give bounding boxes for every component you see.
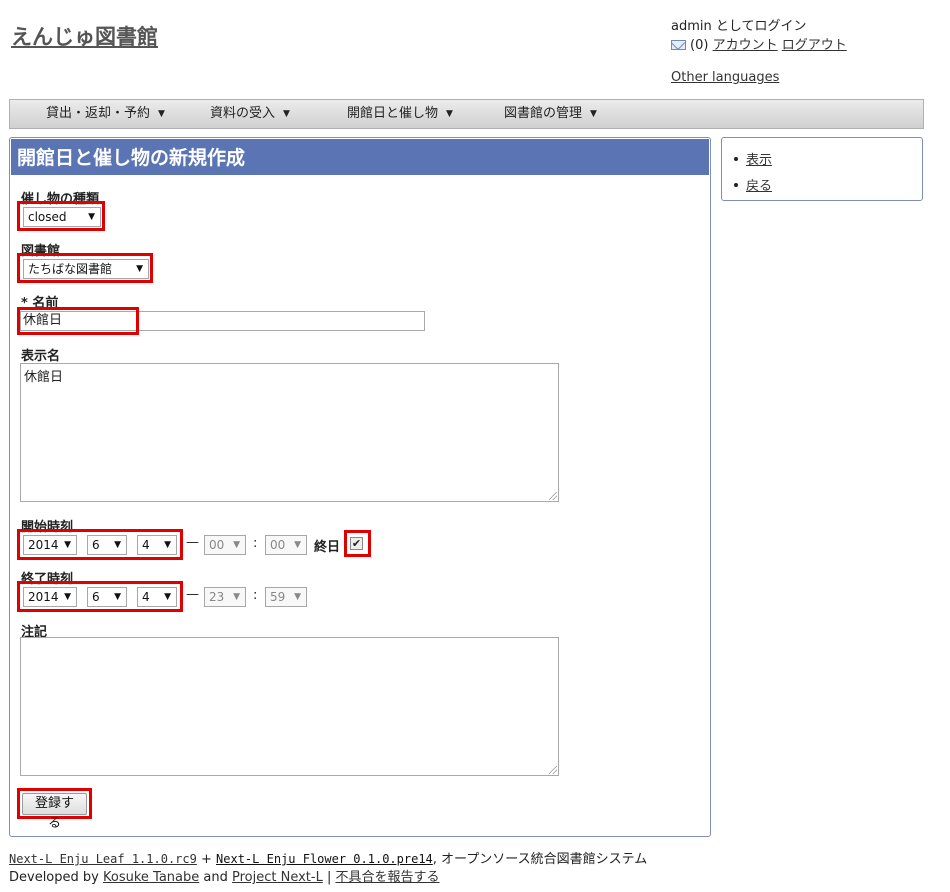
footer: Next-L Enju Leaf 1.1.0.rc9 + Next-L Enju… (9, 850, 647, 887)
library-select[interactable]: たちばな図書館 ▼ (23, 259, 149, 279)
highlight-box (17, 307, 139, 335)
message-count: (0) (690, 38, 709, 53)
dropdown-arrow-icon: ▼ (88, 212, 95, 222)
logout-link[interactable]: ログアウト (782, 38, 847, 53)
login-status: admin としてログイン (671, 19, 807, 34)
site-title-link[interactable]: えんじゅ図書館 (11, 21, 158, 51)
caret-down-icon: ▼ (283, 109, 290, 119)
dropdown-arrow-icon: ▼ (164, 592, 171, 602)
all-day-checkbox[interactable]: ✔ (350, 537, 363, 550)
dropdown-arrow-icon: ▼ (233, 592, 240, 602)
developed-by-text: Developed by (9, 870, 99, 885)
user-box: admin としてログイン (0) アカウント ログアウト (671, 17, 847, 55)
start-hour-select[interactable]: 00 ▼ (204, 535, 246, 555)
sidebar: 表示 戻る (721, 137, 923, 201)
menu-events[interactable]: 開館日と催し物 ▼ (347, 100, 453, 128)
end-minute-select[interactable]: 59 ▼ (265, 587, 307, 607)
account-link[interactable]: アカウント (713, 38, 778, 53)
bullet-icon (734, 183, 738, 187)
plus-text: + (200, 852, 212, 867)
menu-circulation[interactable]: 貸出・返却・予約 ▼ (46, 100, 165, 128)
dropdown-arrow-icon: ▼ (164, 540, 171, 550)
end-hour-select[interactable]: 23 ▼ (204, 587, 246, 607)
project-link[interactable]: Project Next-L (232, 870, 323, 885)
and-text: and (203, 870, 228, 885)
end-year-select[interactable]: 2014 ▼ (23, 587, 77, 607)
dropdown-arrow-icon: ▼ (294, 592, 301, 602)
back-link[interactable]: 戻る (746, 179, 772, 194)
display-name-label: 表示名 (21, 349, 61, 364)
dropdown-arrow-icon: ▼ (64, 592, 71, 602)
time-separator: — (186, 535, 199, 550)
sidebar-item-back: 戻る (734, 175, 772, 194)
start-year-select[interactable]: 2014 ▼ (23, 535, 77, 555)
menu-label: 貸出・返却・予約 (46, 106, 151, 121)
dropdown-arrow-icon: ▼ (294, 540, 301, 550)
mail-icon[interactable] (671, 40, 686, 50)
start-minute-select[interactable]: 00 ▼ (265, 535, 307, 555)
dropdown-arrow-icon: ▼ (64, 540, 71, 550)
submit-button[interactable]: 登録する (22, 793, 87, 831)
show-link[interactable]: 表示 (746, 153, 772, 168)
sidebar-item-show: 表示 (734, 149, 772, 168)
colon-separator: : (253, 588, 258, 603)
colon-separator: : (253, 536, 258, 551)
caret-down-icon: ▼ (158, 109, 165, 119)
display-name-textarea[interactable]: 休館日 (20, 363, 559, 502)
pipe-separator: | (326, 870, 332, 885)
dropdown-arrow-icon: ▼ (136, 264, 143, 274)
menu-label: 図書館の管理 (504, 106, 583, 121)
other-languages-link[interactable]: Other languages (671, 70, 779, 85)
caret-down-icon: ▼ (590, 109, 597, 119)
footer-tagline: , オープンソース統合図書館システム (432, 852, 648, 867)
report-bug-link[interactable]: 不具合を報告する (336, 870, 440, 885)
menu-label: 開館日と催し物 (347, 106, 439, 121)
end-month-select[interactable]: 6 ▼ (87, 587, 127, 607)
page-title: 開館日と催し物の新規作成 (11, 139, 709, 175)
caret-down-icon: ▼ (446, 109, 453, 119)
menu-acquisition[interactable]: 資料の受入 ▼ (210, 100, 290, 128)
all-day-label: 終日 (314, 540, 341, 555)
start-month-select[interactable]: 6 ▼ (87, 535, 127, 555)
dropdown-arrow-icon: ▼ (114, 540, 121, 550)
event-category-select[interactable]: closed ▼ (23, 207, 101, 227)
enju-flower-link[interactable]: Next-L Enju Flower 0.1.0.pre14 (216, 852, 433, 866)
dropdown-arrow-icon: ▼ (114, 592, 121, 602)
resize-grip-icon[interactable] (549, 492, 557, 500)
event-form-panel: 開館日と催し物の新規作成 催し物の種類 closed ▼ 図書館 たちばな図書館 ▼… (9, 137, 711, 837)
bullet-icon (734, 157, 738, 161)
note-textarea[interactable] (20, 637, 559, 776)
menu-library-management[interactable]: 図書館の管理 ▼ (504, 100, 597, 128)
time-separator: — (186, 587, 199, 602)
dropdown-arrow-icon: ▼ (233, 540, 240, 550)
start-day-select[interactable]: 4 ▼ (137, 535, 177, 555)
author-link[interactable]: Kosuke Tanabe (103, 870, 199, 885)
main-menu-bar: 貸出・返却・予約 ▼ 資料の受入 ▼ 開館日と催し物 ▼ 図書館の管理 ▼ (9, 99, 924, 129)
end-day-select[interactable]: 4 ▼ (137, 587, 177, 607)
resize-grip-icon[interactable] (549, 766, 557, 774)
enju-leaf-link[interactable]: Next-L Enju Leaf 1.1.0.rc9 (9, 852, 197, 866)
menu-label: 資料の受入 (210, 106, 276, 121)
